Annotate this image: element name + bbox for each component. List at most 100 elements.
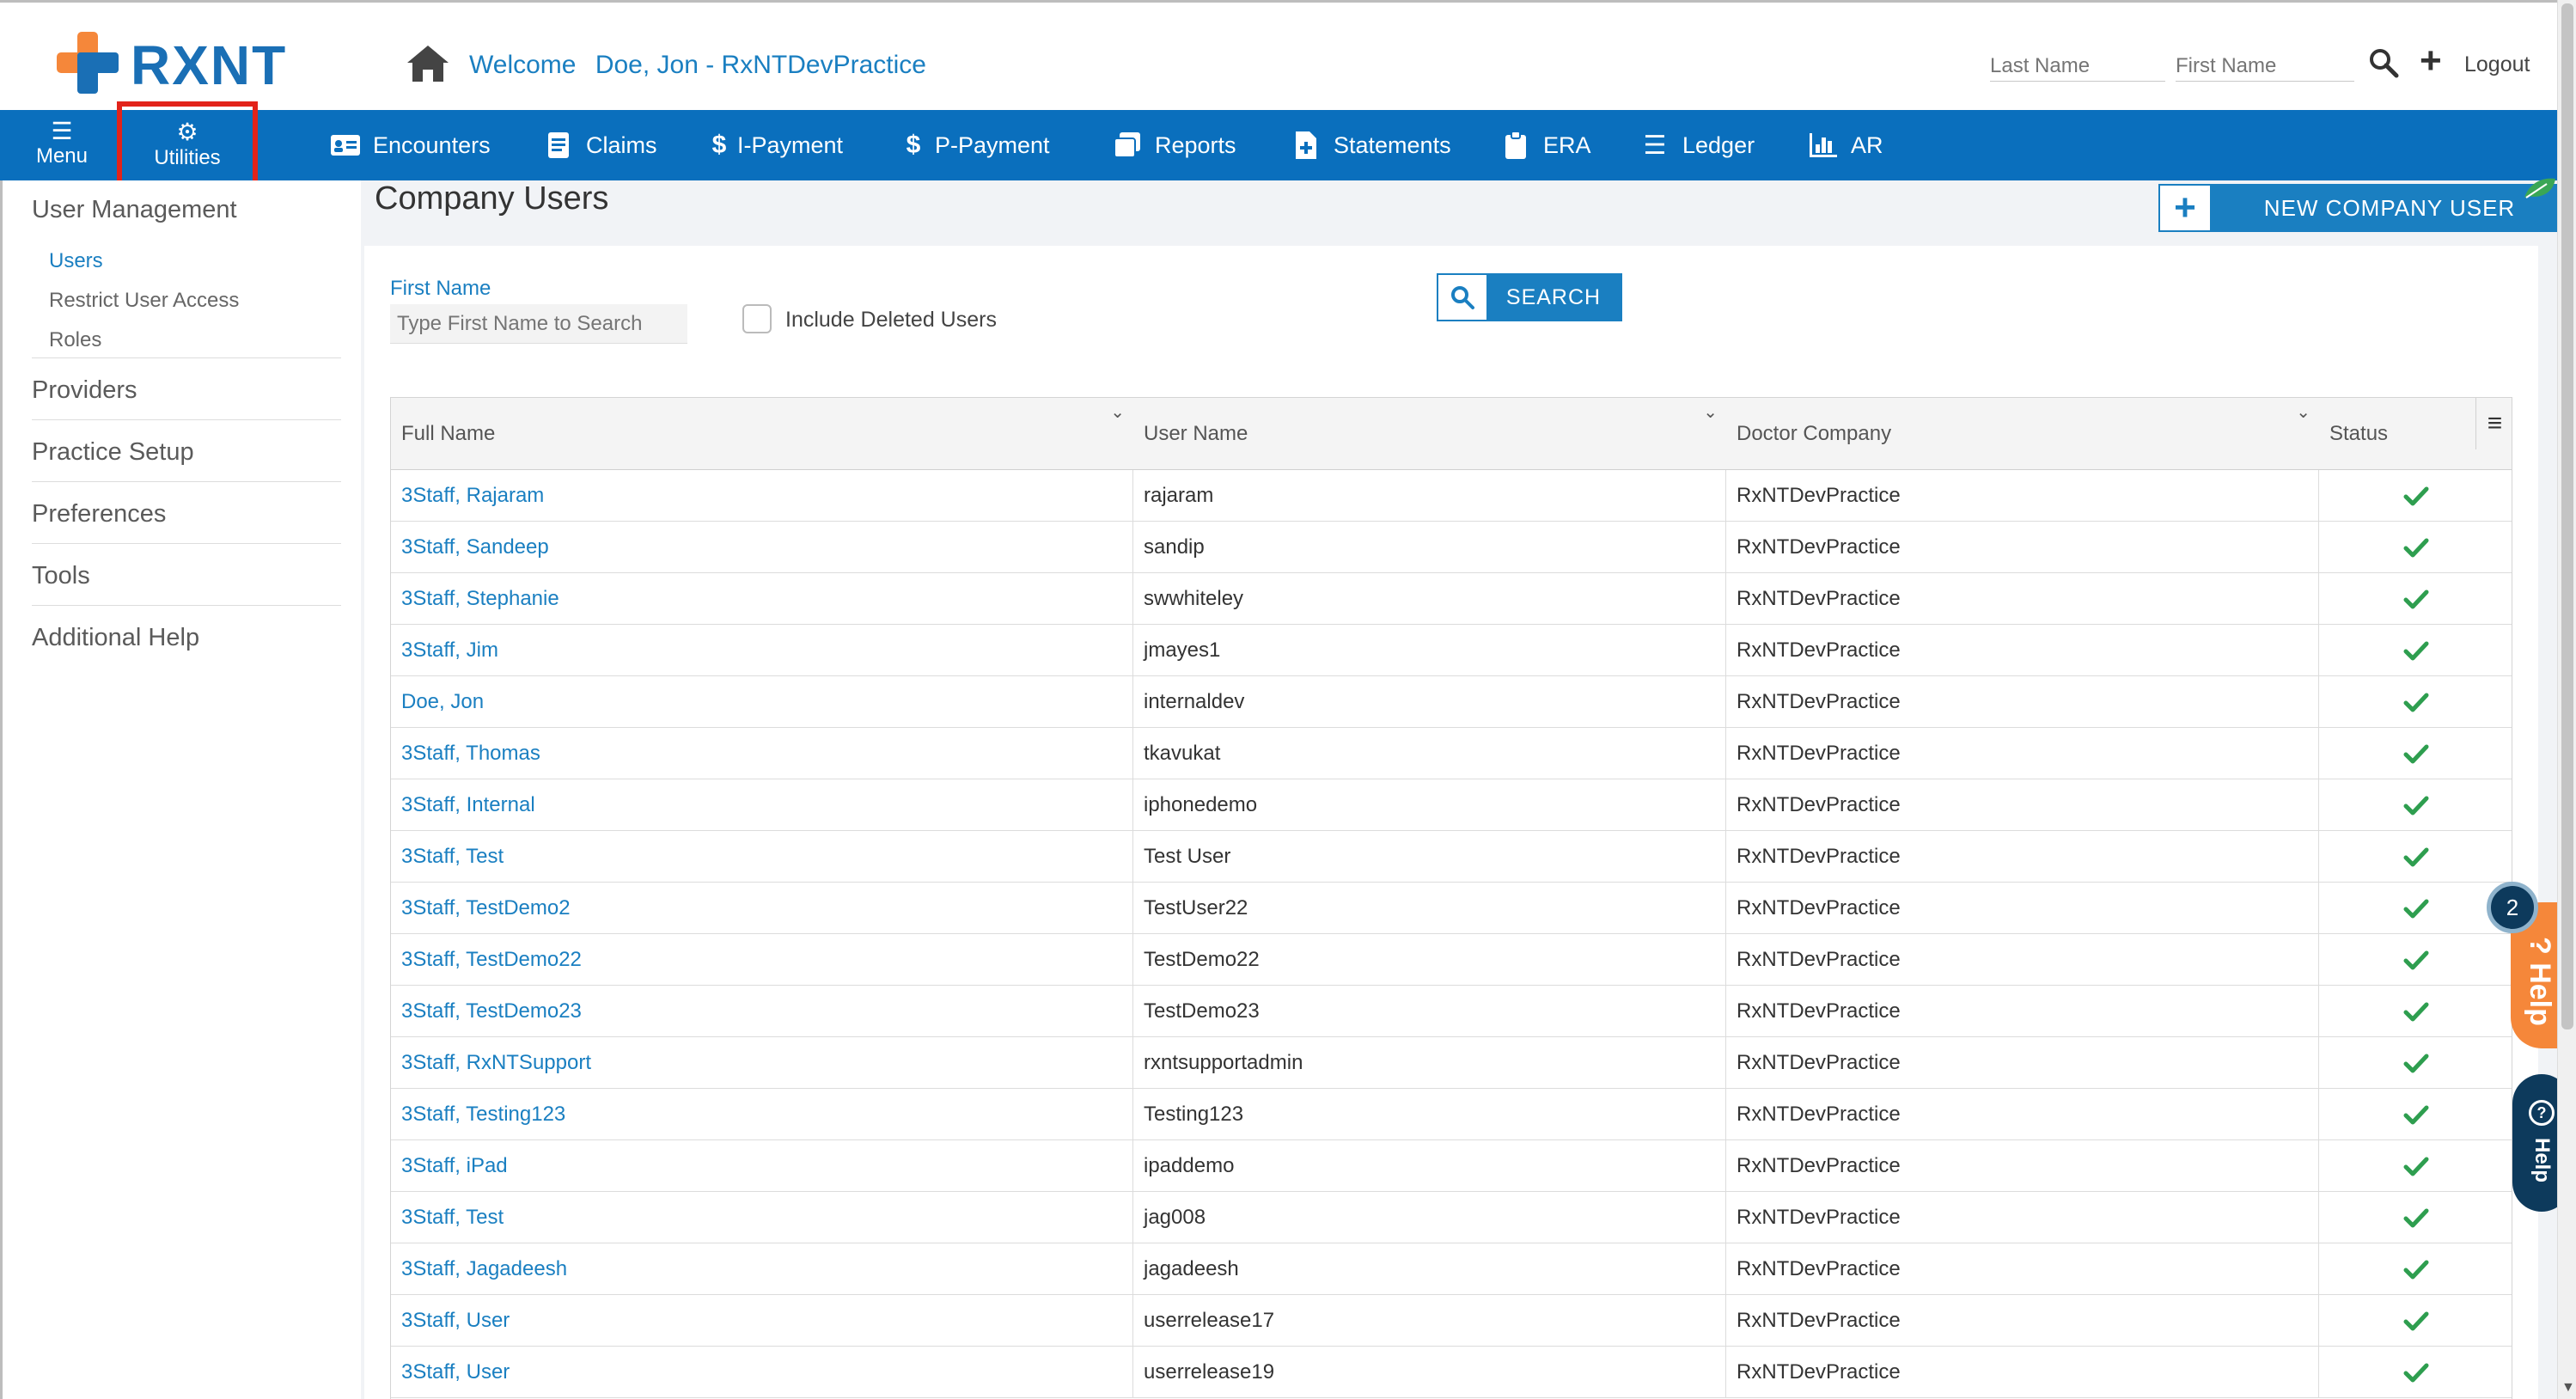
page-scrollbar[interactable]: ▼	[2557, 0, 2576, 1399]
column-menu-icon[interactable]: ≡	[2475, 398, 2512, 449]
chevron-down-icon[interactable]: ⌄	[2296, 401, 2310, 423]
menu-button[interactable]: ☰ Menu	[29, 119, 95, 175]
table-row[interactable]: 3Staff, Jim jmayes1 RxNTDevPractice	[391, 625, 2512, 676]
full-name-link[interactable]: 3Staff, Rajaram	[391, 470, 1133, 522]
table-row[interactable]: 3Staff, User userrelease17 RxNTDevPractice	[391, 1295, 2512, 1347]
full-name-link[interactable]: 3Staff, Test	[391, 1192, 1133, 1243]
table-row[interactable]: 3Staff, Thomas tkavukat RxNTDevPractice	[391, 728, 2512, 779]
nav-statements[interactable]: Statements	[1291, 129, 1451, 162]
sidebar-divider	[32, 481, 341, 482]
scrollbar-thumb[interactable]	[2561, 3, 2573, 1029]
table-row[interactable]: 3Staff, TestDemo22 TestDemo22 RxNTDevPract…	[391, 934, 2512, 986]
checkmark-icon	[2403, 1105, 2429, 1125]
current-user-label[interactable]: Doe, Jon - RxNTDevPractice	[595, 51, 926, 79]
checkmark-icon	[2403, 899, 2429, 919]
rxnt-logo[interactable]: RXNT	[55, 28, 304, 97]
sidebar-item-users[interactable]: Users	[49, 249, 103, 273]
home-icon[interactable]	[406, 44, 450, 83]
help-tab-label: ? Help	[2524, 937, 2556, 1026]
leaf-icon	[2524, 178, 2555, 199]
table-row[interactable]: 3Staff, Stephanie swwhiteley RxNTDevPracti…	[391, 573, 2512, 625]
full-name-link[interactable]: 3Staff, Testing123	[391, 1089, 1133, 1140]
full-name-link[interactable]: 3Staff, User	[391, 1347, 1133, 1398]
full-name-link[interactable]: 3Staff, Jagadeesh	[391, 1243, 1133, 1295]
full-name-link[interactable]: 3Staff, User	[391, 1295, 1133, 1347]
notification-badge[interactable]: 2	[2487, 882, 2538, 933]
full-name-link[interactable]: 3Staff, iPad	[391, 1140, 1133, 1192]
column-header-doctor-company[interactable]: Doctor Company ⌄	[1726, 398, 2319, 470]
nav-i-payment[interactable]: $ I-Payment	[710, 129, 843, 162]
first-name-input[interactable]	[2176, 51, 2354, 82]
table-row[interactable]: 3Staff, Test Test User RxNTDevPractice	[391, 831, 2512, 883]
logout-link[interactable]: Logout	[2464, 52, 2530, 77]
full-name-link[interactable]: 3Staff, Internal	[391, 779, 1133, 831]
nav-p-payment[interactable]: $ P-Payment	[904, 129, 1050, 162]
search-icon[interactable]	[2368, 47, 2399, 78]
table-row[interactable]: 3Staff, Jagadeesh jagadeesh RxNTDevPractic…	[391, 1243, 2512, 1295]
sidebar-tools[interactable]: Tools	[32, 562, 90, 590]
column-header-user-name[interactable]: User Name ⌄	[1133, 398, 1726, 470]
table-row[interactable]: 3Staff, TestDemo2 TestUser22 RxNTDevPracti…	[391, 883, 2512, 934]
list-icon: ☰	[1643, 131, 1667, 160]
table-row[interactable]: 3Staff, RxNTSupport rxntsupportadmin RxNTD…	[391, 1037, 2512, 1089]
full-name-link[interactable]: 3Staff, RxNTSupport	[391, 1037, 1133, 1089]
users-panel: First Name Include Deleted Users SEARCH …	[364, 246, 2538, 1399]
table-row[interactable]: 3Staff, Internal iphonedemo RxNTDevPractic…	[391, 779, 2512, 831]
nav-reports[interactable]: Reports	[1112, 129, 1236, 162]
full-name-link[interactable]: 3Staff, TestDemo23	[391, 986, 1133, 1037]
table-row[interactable]: 3Staff, Sandeep sandip RxNTDevPractice	[391, 522, 2512, 573]
user-name-cell: TestUser22	[1133, 883, 1726, 934]
column-header-full-name[interactable]: Full Name ⌄	[391, 398, 1133, 470]
nav-era[interactable]: ERA	[1500, 129, 1591, 162]
sidebar-practice-setup[interactable]: Practice Setup	[32, 438, 194, 467]
menu-label: Menu	[35, 144, 89, 168]
sidebar-providers[interactable]: Providers	[32, 376, 137, 405]
sidebar-additional-help[interactable]: Additional Help	[32, 624, 199, 652]
nav-claims[interactable]: Claims	[543, 129, 657, 162]
include-deleted-checkbox[interactable]	[742, 304, 772, 333]
column-header-status[interactable]: Status ≡	[2319, 398, 2512, 470]
table-row[interactable]: Doe, Jon internaldev RxNTDevPractice	[391, 676, 2512, 728]
table-row[interactable]: 3Staff, Testing123 Testing123 RxNTDevPract…	[391, 1089, 2512, 1140]
column-header-label: Doctor Company	[1737, 422, 1892, 445]
full-name-link[interactable]: 3Staff, Stephanie	[391, 573, 1133, 625]
full-name-link[interactable]: 3Staff, Thomas	[391, 728, 1133, 779]
table-row[interactable]: 3Staff, User userrelease19 RxNTDevPractice	[391, 1347, 2512, 1398]
sidebar-item-roles[interactable]: Roles	[49, 328, 101, 352]
chevron-down-icon[interactable]: ⌄	[1703, 401, 1718, 423]
user-name-cell: internaldev	[1133, 676, 1726, 728]
full-name-link[interactable]: Doe, Jon	[391, 676, 1133, 728]
full-name-link[interactable]: 3Staff, Jim	[391, 625, 1133, 676]
utilities-button[interactable]: ⚙ Utilities	[117, 101, 258, 186]
nav-ar-label: AR	[1851, 131, 1883, 158]
status-cell	[2319, 1089, 2512, 1140]
nav-encounters[interactable]: Encounters	[330, 129, 491, 162]
last-name-input[interactable]	[1990, 51, 2165, 82]
new-company-user-button[interactable]: + NEW COMPANY USER	[2158, 184, 2571, 232]
chevron-down-icon[interactable]: ⌄	[1110, 401, 1125, 423]
scroll-down-icon[interactable]: ▼	[2561, 1380, 2575, 1396]
nav-ledger[interactable]: ☰ Ledger	[1639, 129, 1755, 162]
full-name-link[interactable]: 3Staff, Test	[391, 831, 1133, 883]
add-patient-icon[interactable]: +	[2420, 42, 2447, 80]
sidebar-item-restrict-user-access[interactable]: Restrict User Access	[49, 289, 239, 313]
sidebar-user-management[interactable]: User Management	[32, 196, 237, 224]
checkmark-icon	[2403, 590, 2429, 609]
column-header-label: Full Name	[401, 422, 496, 445]
nav-ar[interactable]: AR	[1808, 129, 1883, 162]
sidebar-preferences[interactable]: Preferences	[32, 500, 166, 528]
full-name-link[interactable]: 3Staff, TestDemo2	[391, 883, 1133, 934]
checkmark-icon	[2403, 1002, 2429, 1022]
search-button[interactable]: SEARCH	[1437, 273, 1622, 321]
doctor-company-cell: RxNTDevPractice	[1726, 883, 2319, 934]
hamburger-icon: ☰	[51, 118, 73, 144]
full-name-link[interactable]: 3Staff, Sandeep	[391, 522, 1133, 573]
nav-p-payment-label: P-Payment	[935, 131, 1050, 158]
table-row[interactable]: 3Staff, TestDemo23 TestDemo23 RxNTDevPract…	[391, 986, 2512, 1037]
full-name-link[interactable]: 3Staff, TestDemo22	[391, 934, 1133, 986]
first-name-search-input[interactable]	[390, 304, 687, 344]
table-row[interactable]: 3Staff, iPad ipaddemo RxNTDevPractice	[391, 1140, 2512, 1192]
table-row[interactable]: 3Staff, Rajaram rajaram RxNTDevPractice	[391, 470, 2512, 522]
user-name-cell: tkavukat	[1133, 728, 1726, 779]
table-row[interactable]: 3Staff, Test jag008 RxNTDevPractice	[391, 1192, 2512, 1243]
